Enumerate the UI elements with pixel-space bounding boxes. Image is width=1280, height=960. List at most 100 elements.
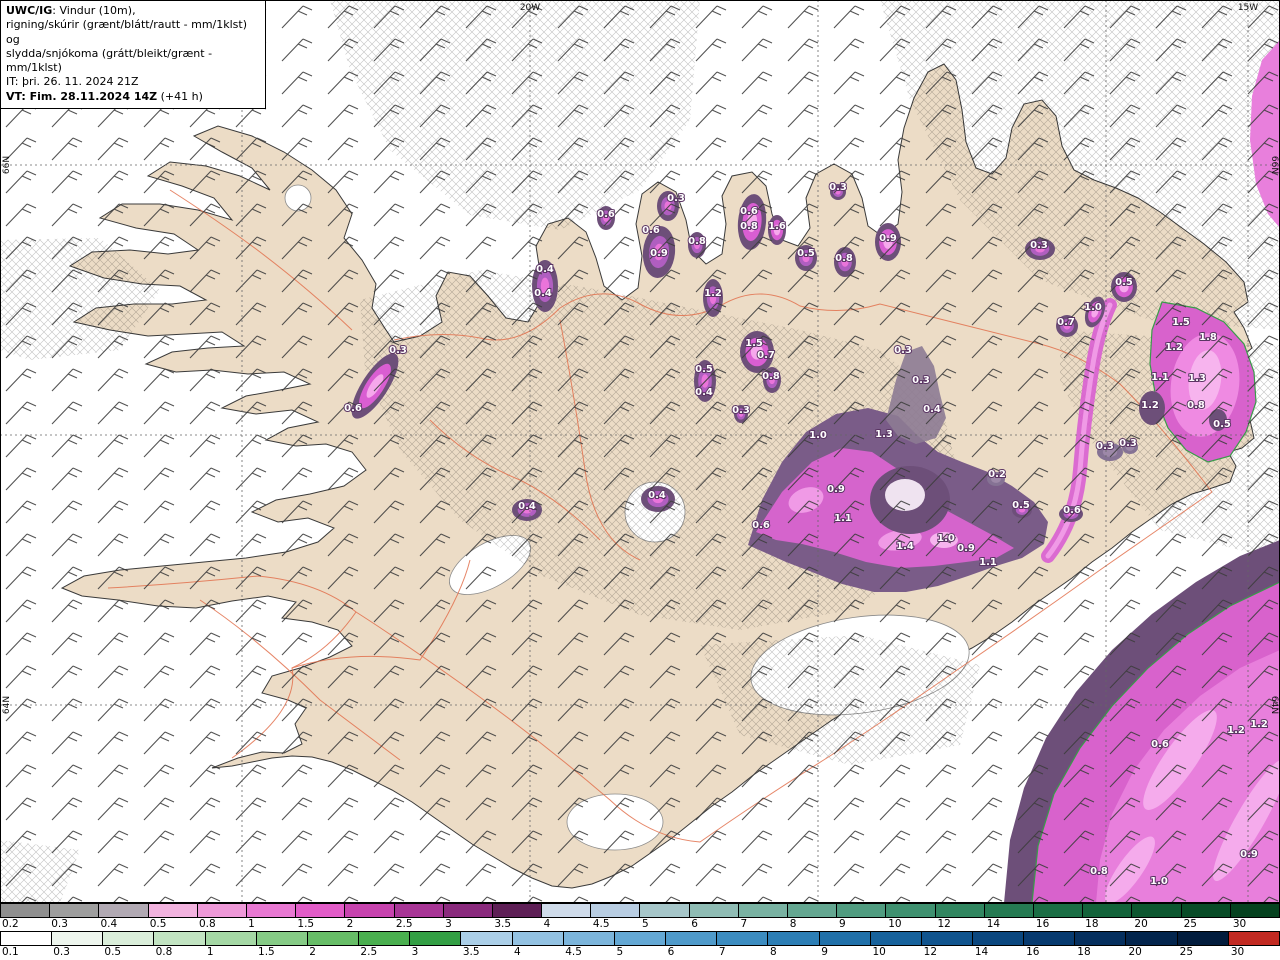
legend-color-segment — [738, 904, 788, 917]
precip-value-label: 1.5 — [745, 338, 763, 349]
precip-value-label: 0.9 — [827, 484, 845, 495]
legend-color-segment — [1083, 904, 1133, 917]
precip-value-label: 1.4 — [896, 541, 914, 552]
legend-color-segment — [443, 904, 493, 917]
latitude-label: 66N — [2, 156, 12, 174]
precip-value-label: 0.5 — [1213, 419, 1231, 430]
precip-value-label: 0.3 — [912, 375, 930, 386]
precip-value-label: 0.3 — [389, 345, 407, 356]
rain-colorbar-labels: 0.1 0.3 0.5 0.8 1 1.5 2 2.5 3 3.5 4 4.5 5 6 7 8 9 10 12 14 1… — [0, 946, 1280, 959]
legend-tick-label: 3 — [411, 946, 419, 958]
precip-value-label: 1.5 — [1172, 317, 1190, 328]
precip-value-label: 0.6 — [1151, 739, 1169, 750]
precip-value-label: 0.4 — [923, 404, 941, 415]
legend-color-segment — [256, 932, 308, 945]
precip-value-label: 0.9 — [957, 543, 975, 554]
legend-color-segment — [1024, 932, 1076, 945]
legend-tick-label: 1.5 — [297, 918, 315, 930]
legend-tick-label: 10 — [872, 946, 886, 958]
legend-color-segment — [1228, 932, 1279, 945]
precip-value-label: 0.8 — [1090, 866, 1108, 877]
precip-value-label: 1.0 — [1084, 302, 1102, 313]
legend-tick-label: 6 — [691, 918, 698, 930]
precip-value-label: 0.8 — [1187, 400, 1205, 411]
precip-value-label: 0.3 — [894, 345, 912, 356]
legend-tick-label: 30 — [1230, 946, 1245, 958]
legend-tick-label: 2 — [309, 946, 316, 958]
snow-colorbar-labels: 0.2 0.3 0.4 0.5 0.8 1 1.5 2 2.5 3 3.5 4 4.5 5 6 7 8 9 10 12… — [0, 918, 1280, 931]
precip-value-label: 0.4 — [536, 264, 554, 275]
precip-value-label: 0.8 — [835, 253, 853, 264]
legend-tick-label: 20 — [1134, 918, 1148, 930]
legend: 0.2 0.3 0.4 0.5 0.8 1 1.5 2 2.5 3 3.5 4 4.5 5 6 7 8 9 10 12… — [0, 903, 1280, 960]
legend-tick-label: 4 — [543, 918, 551, 930]
precip-value-label: 1.2 — [1141, 400, 1159, 411]
legend-color-segment — [1, 904, 51, 917]
precip-value-label: 1.2 — [1165, 342, 1183, 353]
precip-value-label: 1.2 — [704, 288, 722, 299]
precip-value-label: 0.9 — [1240, 849, 1258, 860]
precip-value-label: 0.3 — [732, 405, 750, 416]
legend-tick-label: 0.5 — [104, 946, 122, 958]
legend-tick-label: 7 — [740, 918, 748, 930]
legend-tick-label: 1.5 — [258, 946, 275, 958]
legend-tick-label: 0.8 — [198, 918, 216, 930]
precip-value-label: 0.3 — [1119, 438, 1137, 449]
legend-color-segment — [205, 932, 257, 945]
legend-color-segment — [52, 932, 104, 945]
precip-value-label: 0.9 — [879, 233, 897, 244]
legend-color-segment — [296, 904, 346, 917]
legend-color-segment — [197, 904, 247, 917]
legend-tick-label: 3.5 — [462, 946, 480, 958]
latitude-label: 64N — [2, 696, 12, 714]
legend-color-segment — [1033, 904, 1084, 917]
precip-value-label: 0.2 — [988, 469, 1006, 480]
init-time: IT: þri. 26. 11. 2024 21Z — [6, 75, 139, 89]
legend-color-segment — [717, 932, 769, 945]
legend-color-segment — [99, 904, 149, 917]
precip-value-label: 1.2 — [1227, 725, 1245, 736]
precip-value-label: 0.5 — [1115, 277, 1133, 288]
precip-value-label: 0.6 — [597, 209, 615, 220]
precip-value-label: 1.2 — [1250, 719, 1268, 730]
legend-tick-label: 5 — [616, 946, 624, 958]
longitude-label: 20W — [520, 3, 540, 13]
precip-value-label: 0.6 — [1063, 505, 1081, 516]
precip-value-label: 1.0 — [809, 430, 827, 441]
precip-value-label: 0.4 — [518, 501, 536, 512]
legend-color-segment — [1132, 904, 1182, 917]
latitude-label: 64N — [1269, 696, 1279, 714]
precip-value-label: 1.8 — [1199, 332, 1217, 343]
legend-tick-label: 2 — [346, 918, 354, 930]
precip-value-label: 1.3 — [1188, 373, 1206, 384]
legend-color-segment — [591, 904, 641, 917]
precip-value-label: 0.8 — [688, 236, 706, 247]
precip-value-label: 0.6 — [344, 403, 362, 414]
legend-color-segment — [870, 932, 922, 945]
legend-color-segment — [1126, 932, 1178, 945]
legend-color-segment — [345, 904, 395, 917]
legend-color-segment — [689, 904, 739, 917]
legend-tick-label: 8 — [789, 918, 797, 930]
title-line-product: UWC/IG: Vindur (10m), — [6, 4, 136, 17]
precip-value-label: 0.8 — [740, 221, 758, 232]
latitude-label: 66N — [1269, 156, 1279, 174]
title-box: UWC/IG: Vindur (10m), rigning/skúrir (gr… — [0, 0, 266, 110]
legend-color-segment — [50, 904, 100, 917]
legend-tick-label: 0.8 — [155, 946, 173, 958]
legend-tick-label: 0.3 — [51, 918, 68, 930]
precip-value-label: 0.7 — [757, 350, 775, 361]
legend-color-segment — [788, 904, 838, 917]
legend-color-segment — [1230, 904, 1279, 917]
precip-value-label: 0.5 — [1012, 500, 1030, 511]
legend-color-segment — [921, 932, 973, 945]
legend-tick-label: 18 — [1085, 918, 1099, 930]
weather-map-page: 0.4 0.4 0.6 0.3 0.6 0.9 0.8 1.2 0.6 0.8 1.6 0.5 0.3 0… — [0, 0, 1280, 960]
precip-value-label: 1.6 — [768, 221, 786, 232]
legend-tick-label: 1 — [248, 918, 255, 930]
precip-value-label: 0.4 — [695, 387, 713, 398]
precip-value-label: 0.7 — [1057, 317, 1075, 328]
legend-tick-label: 10 — [888, 918, 902, 930]
legend-tick-label: 2.5 — [360, 946, 378, 958]
legend-tick-label: 2.5 — [395, 918, 413, 930]
